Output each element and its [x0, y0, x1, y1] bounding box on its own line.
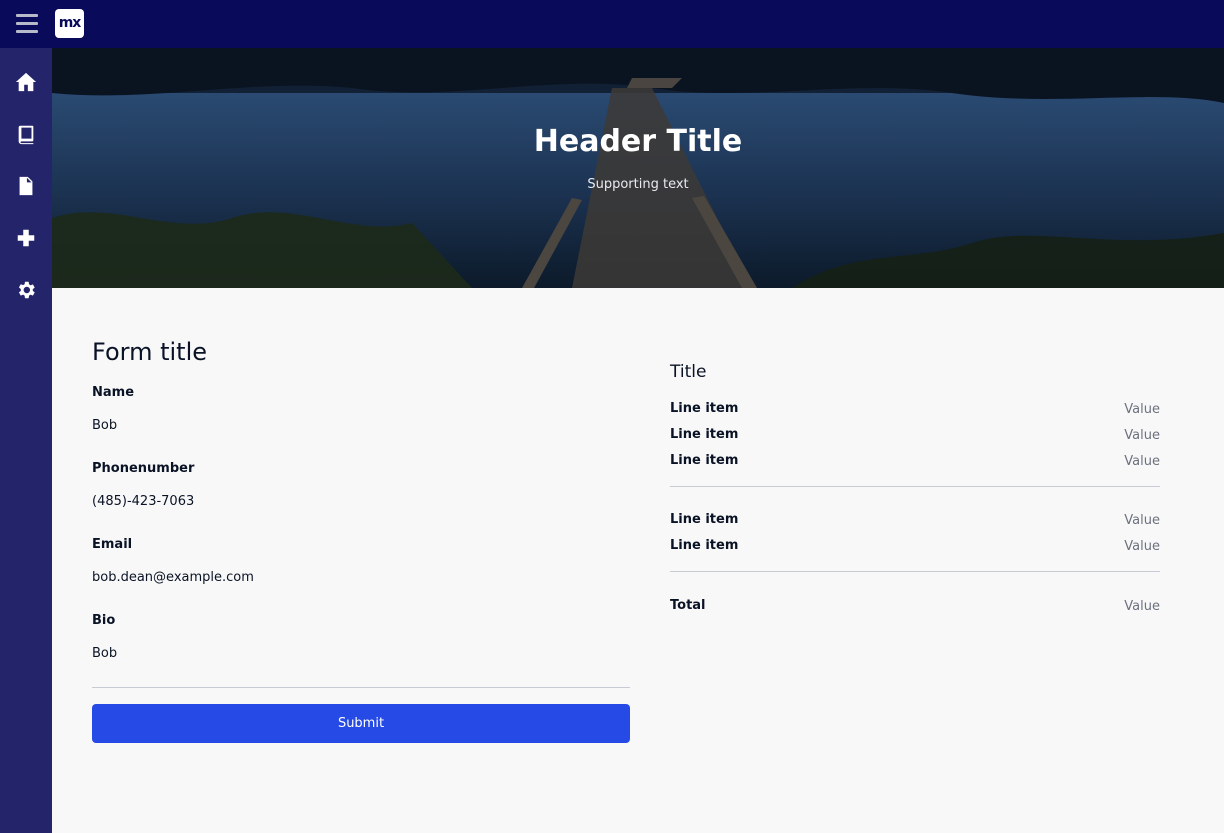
- header-title: Header Title: [533, 124, 743, 159]
- sidebar-item-book[interactable]: [0, 108, 52, 160]
- form-divider: [92, 687, 630, 688]
- sidebar-item-file[interactable]: [0, 160, 52, 212]
- field-value-name[interactable]: Bob: [92, 418, 117, 433]
- line-item-label: Line item: [670, 401, 739, 416]
- field-label-bio: Bio: [92, 613, 116, 628]
- line-item-value: Value: [1124, 513, 1160, 528]
- summary-divider: [670, 571, 1160, 572]
- content-area: [52, 288, 1224, 833]
- total-value: Value: [1124, 599, 1160, 614]
- hero-header: Header Title Supporting text: [52, 48, 1224, 288]
- header-subtitle: Supporting text: [587, 177, 689, 192]
- summary-line-item: Line item Value: [670, 512, 1160, 532]
- line-item-value: Value: [1124, 402, 1160, 417]
- field-label-name: Name: [92, 385, 135, 400]
- field-value-email[interactable]: bob.dean@example.com: [92, 570, 254, 585]
- line-item-value: Value: [1124, 428, 1160, 443]
- app-logo[interactable]: mx: [55, 9, 84, 38]
- field-label-email: Email: [92, 537, 133, 552]
- summary-line-item: Line item Value: [670, 453, 1160, 473]
- form-title: Form title: [92, 338, 208, 366]
- home-icon: [15, 72, 37, 92]
- field-value-bio[interactable]: Bob: [92, 646, 117, 661]
- summary-divider: [670, 486, 1160, 487]
- hero-background-image: [52, 48, 1224, 288]
- summary-total-row: Total Value: [670, 598, 1160, 618]
- sidebar: [0, 48, 52, 833]
- field-value-phonenumber[interactable]: (485)-423-7063: [92, 494, 194, 509]
- line-item-value: Value: [1124, 454, 1160, 469]
- file-icon: [19, 176, 33, 196]
- submit-button[interactable]: Submit: [92, 704, 630, 743]
- summary-line-item: Line item Value: [670, 427, 1160, 447]
- summary-line-item: Line item Value: [670, 538, 1160, 558]
- line-item-label: Line item: [670, 453, 739, 468]
- gear-icon: [18, 281, 35, 299]
- summary-line-item: Line item Value: [670, 401, 1160, 421]
- plus-icon: [17, 229, 35, 247]
- sidebar-item-settings[interactable]: [0, 264, 52, 316]
- sidebar-item-add[interactable]: [0, 212, 52, 264]
- book-icon: [18, 125, 34, 145]
- summary-title: Title: [670, 362, 707, 382]
- line-item-label: Line item: [670, 538, 739, 553]
- sidebar-item-home[interactable]: [0, 56, 52, 108]
- line-item-label: Line item: [670, 512, 739, 527]
- menu-icon[interactable]: [16, 14, 38, 34]
- field-label-phonenumber: Phonenumber: [92, 461, 195, 476]
- total-label: Total: [670, 598, 706, 613]
- line-item-value: Value: [1124, 539, 1160, 554]
- line-item-label: Line item: [670, 427, 739, 442]
- top-bar: mx: [0, 0, 1224, 48]
